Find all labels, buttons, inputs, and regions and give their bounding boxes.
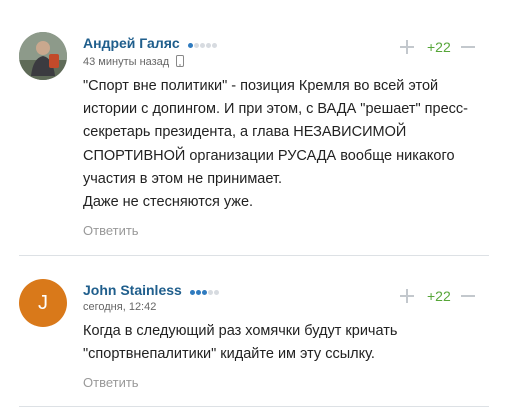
avatar[interactable] [19,32,67,80]
downvote-icon[interactable] [460,288,476,304]
comment-author[interactable]: Андрей Галяс [83,35,218,52]
reply-link[interactable]: Ответить [83,375,139,390]
rating-dot [195,290,201,296]
comment-meta: сегодня, 12:42 [83,301,156,313]
comment: J John Stainless сегодня, 12:42 +22 Когд… [0,262,527,410]
comment-text-line: "спортвнепалитики" кидайте им эту ссылку… [83,346,375,363]
comment-score: +22 [427,39,451,55]
reply-link[interactable]: Ответить [83,223,139,238]
comment-author[interactable]: John Stainless [83,282,220,299]
comment-text: Когда в следующий раз хомячки будут крич… [83,320,493,366]
comment-divider [19,406,489,407]
upvote-icon[interactable] [399,288,415,304]
avatar[interactable]: J [19,279,67,327]
phone-icon [176,55,185,67]
rating-dot [201,290,207,296]
comment-text-line: секретарь президента, а глава НЕЗАВИСИМО… [83,124,407,141]
rating-dot [207,290,213,296]
rating-dots [187,36,218,52]
rating-dot [213,290,219,296]
rating-dot [193,43,199,49]
comment-time: 43 минуты назад [83,56,170,68]
rating-dot [199,43,205,49]
rating-dot [205,43,211,49]
rating-dot [187,43,193,49]
author-name[interactable]: John Stainless [83,282,182,298]
comment-text-line: "Спорт вне политики" - позиция Кремля во… [83,78,439,94]
comment-text-line: истории с допингом. И при этом, с ВАДА "… [83,101,468,118]
rating-dots [189,283,220,299]
comment-divider [19,255,489,256]
avatar-letter: J [38,291,48,314]
comment-time: сегодня, 12:42 [83,301,157,313]
rating-dot [189,290,195,296]
comment-text-line: СПОРТИВНОЙ организации РУСАДА вообще ник… [83,147,455,164]
downvote-icon[interactable] [460,39,476,55]
comment: Андрей Галяс 43 минуты назад +22 "Спорт … [0,0,527,262]
comment-text: "Спорт вне политики" - позиция Кремля во… [83,75,493,214]
comment-text-line: Когда в следующий раз хомячки будут крич… [83,323,398,339]
comment-text-line: Даже не стесняются уже. [83,194,254,211]
upvote-icon[interactable] [399,39,415,55]
avatar-photo [19,32,67,80]
comment-score: +22 [427,288,451,304]
author-name[interactable]: Андрей Галяс [83,35,180,51]
comment-meta: 43 минуты назад [83,55,185,68]
rating-dot [211,43,217,49]
comment-text-line: участия в этом не принимает. [83,170,282,187]
